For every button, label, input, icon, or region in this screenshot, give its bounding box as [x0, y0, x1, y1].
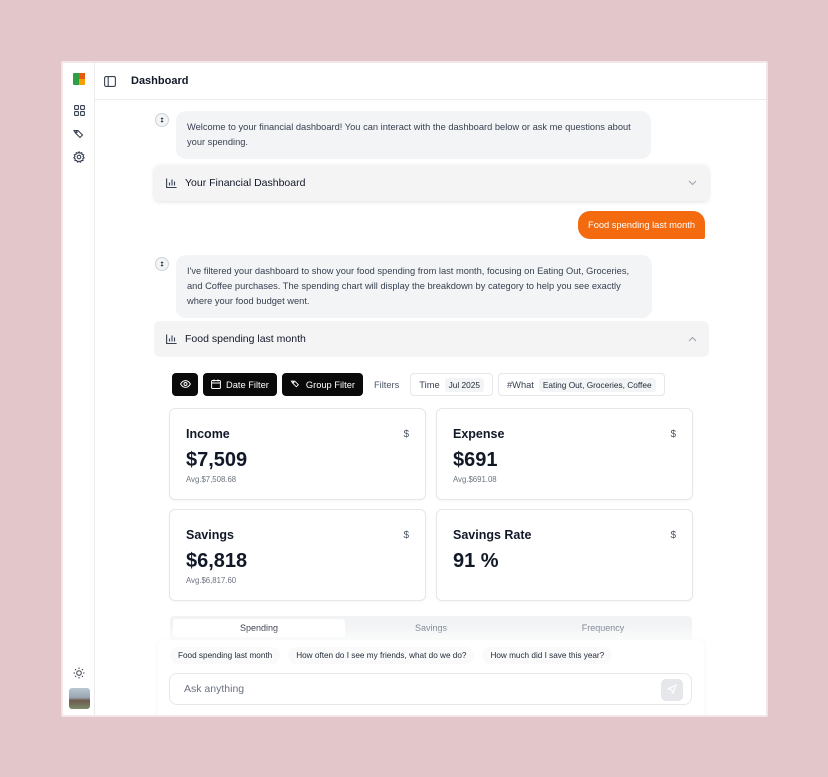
time-label: Time	[419, 379, 440, 390]
app-logo	[73, 73, 85, 85]
date-filter-button[interactable]: Date Filter	[203, 373, 277, 396]
tag-icon	[290, 379, 301, 390]
financial-dashboard-card: Your Financial Dashboard	[154, 165, 709, 201]
calendar-icon	[211, 379, 221, 391]
stat-value: $7,509	[186, 449, 248, 471]
send-button[interactable]	[661, 679, 683, 701]
dollar-icon: $	[670, 429, 676, 440]
expense-card: Expense $ $691 Avg.$691.08	[436, 408, 693, 500]
savings-card: Savings $ $6,818 Avg.$6,817.60	[169, 509, 426, 601]
eye-icon	[179, 379, 191, 390]
stat-label: Expense	[453, 427, 505, 441]
what-value: Eating Out, Groceries, Coffee	[538, 377, 656, 392]
assistant-reply: I've filtered your dashboard to show you…	[155, 255, 652, 318]
ask-input[interactable]: Ask anything	[169, 673, 692, 705]
send-icon	[666, 683, 678, 697]
grid-icon[interactable]	[72, 103, 86, 117]
stat-label: Savings	[186, 528, 234, 542]
group-filter-button[interactable]: Group Filter	[281, 373, 363, 396]
top-bar: Dashboard	[95, 63, 766, 100]
assistant-icon	[155, 113, 169, 127]
stat-average: Avg.$691.08	[453, 475, 497, 484]
bar-chart-icon	[166, 333, 178, 345]
financial-dashboard-header[interactable]: Your Financial Dashboard	[154, 165, 709, 201]
app-window: Dashboard Welcome to your financial dash…	[61, 61, 768, 717]
group-filter-label: Group Filter	[305, 379, 355, 390]
savings-rate-card: Savings Rate $ 91 %	[436, 509, 693, 601]
suggestion-chip[interactable]: How much did I save this year?	[482, 647, 613, 664]
financial-dashboard-title: Your Financial Dashboard	[185, 177, 306, 189]
suggestion-chip[interactable]: How often do I see my friends, what do w…	[288, 647, 475, 664]
time-filter-chip[interactable]: Time Jul 2025	[410, 373, 493, 396]
stat-average: Avg.$6,817.60	[186, 576, 237, 585]
assistant-message: Welcome to your financial dashboard! You…	[155, 111, 651, 159]
tag-icon[interactable]	[72, 126, 86, 140]
stat-value: 91 %	[453, 550, 499, 572]
ask-placeholder: Ask anything	[184, 683, 245, 695]
tab-spending[interactable]: Spending	[173, 619, 345, 637]
dollar-icon: $	[403, 429, 409, 440]
filters-label: Filters	[373, 379, 400, 390]
stat-value: $691	[453, 449, 498, 471]
stat-label: Savings Rate	[453, 528, 532, 542]
chevron-up-icon[interactable]	[688, 334, 697, 344]
chart-tabs: Spending Savings Frequency	[170, 616, 692, 640]
visibility-button[interactable]	[172, 373, 198, 396]
gear-icon[interactable]	[72, 150, 86, 164]
stat-average: Avg.$7,508.68	[186, 475, 237, 484]
composer: Food spending last month How often do I …	[158, 640, 704, 715]
dollar-icon: $	[670, 530, 676, 541]
avatar[interactable]	[69, 688, 90, 709]
sidebar-toggle-icon[interactable]	[103, 74, 117, 88]
suggestion-chip[interactable]: Food spending last month	[170, 647, 281, 664]
assistant-bubble: I've filtered your dashboard to show you…	[176, 255, 652, 318]
chevron-down-icon[interactable]	[688, 178, 697, 188]
stat-label: Income	[186, 427, 230, 441]
bar-chart-icon	[166, 177, 178, 189]
stat-value: $6,818	[186, 550, 248, 572]
user-message: Food spending last month	[578, 211, 705, 239]
assistant-icon	[155, 257, 169, 271]
tab-frequency[interactable]: Frequency	[517, 619, 689, 637]
food-spending-title: Food spending last month	[185, 333, 306, 345]
filter-toolbar: Date Filter Group Filter Filters Time Ju…	[172, 373, 665, 396]
what-filter-chip[interactable]: #What Eating Out, Groceries, Coffee	[498, 373, 665, 396]
suggestions: Food spending last month How often do I …	[170, 647, 613, 664]
date-filter-label: Date Filter	[226, 379, 269, 390]
dollar-icon: $	[403, 530, 409, 541]
food-spending-header[interactable]: Food spending last month	[154, 321, 709, 357]
side-rail	[63, 63, 95, 715]
assistant-bubble: Welcome to your financial dashboard! You…	[176, 111, 651, 159]
income-card: Income $ $7,509 Avg.$7,508.68	[169, 408, 426, 500]
page-title: Dashboard	[131, 75, 189, 87]
what-label: #What	[507, 379, 534, 390]
time-value: Jul 2025	[444, 377, 484, 392]
chat-content[interactable]: Welcome to your financial dashboard! You…	[95, 100, 766, 715]
tab-savings[interactable]: Savings	[345, 619, 517, 637]
sun-icon[interactable]	[72, 666, 86, 680]
